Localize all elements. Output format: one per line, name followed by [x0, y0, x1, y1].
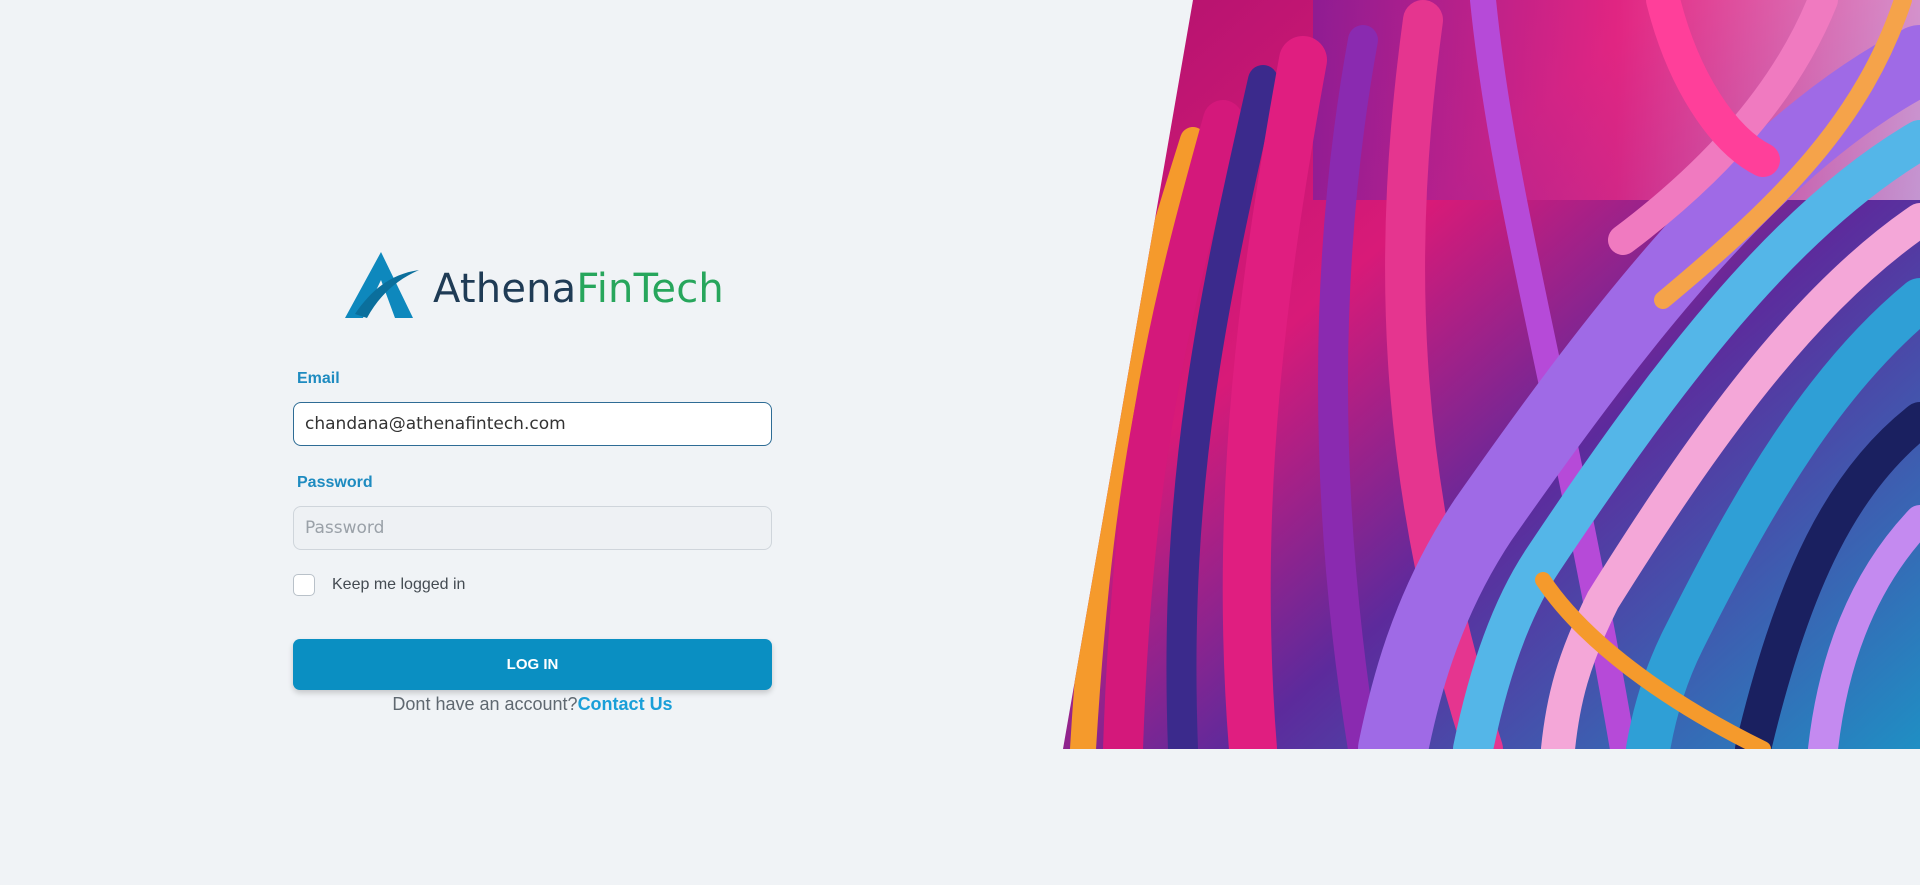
password-field[interactable]	[293, 506, 772, 550]
swirl-artwork	[1063, 0, 1920, 749]
signup-prompt-text: Dont have an account?	[392, 694, 578, 714]
signup-prompt: Dont have an account?Contact Us	[293, 694, 772, 715]
email-field[interactable]	[293, 402, 772, 446]
login-page: AthenaFinTech Email Password Keep me log…	[0, 0, 1920, 885]
contact-us-link[interactable]: Contact Us	[578, 694, 673, 714]
athena-logo-icon	[345, 252, 420, 318]
email-label: Email	[297, 370, 340, 387]
login-button[interactable]: LOG IN	[293, 639, 772, 690]
password-label: Password	[297, 474, 373, 491]
brand-name: AthenaFinTech	[433, 269, 724, 309]
brand-logo: AthenaFinTech	[293, 250, 772, 320]
keep-logged-in-label[interactable]: Keep me logged in	[332, 576, 465, 594]
brand-name-athena: Athena	[433, 266, 577, 312]
brand-name-fintech: FinTech	[576, 266, 724, 312]
keep-logged-in-row: Keep me logged in	[293, 574, 772, 596]
login-form: AthenaFinTech Email Password Keep me log…	[293, 250, 772, 715]
keep-logged-in-checkbox[interactable]	[293, 574, 315, 596]
abstract-swirl-image	[1063, 0, 1920, 749]
